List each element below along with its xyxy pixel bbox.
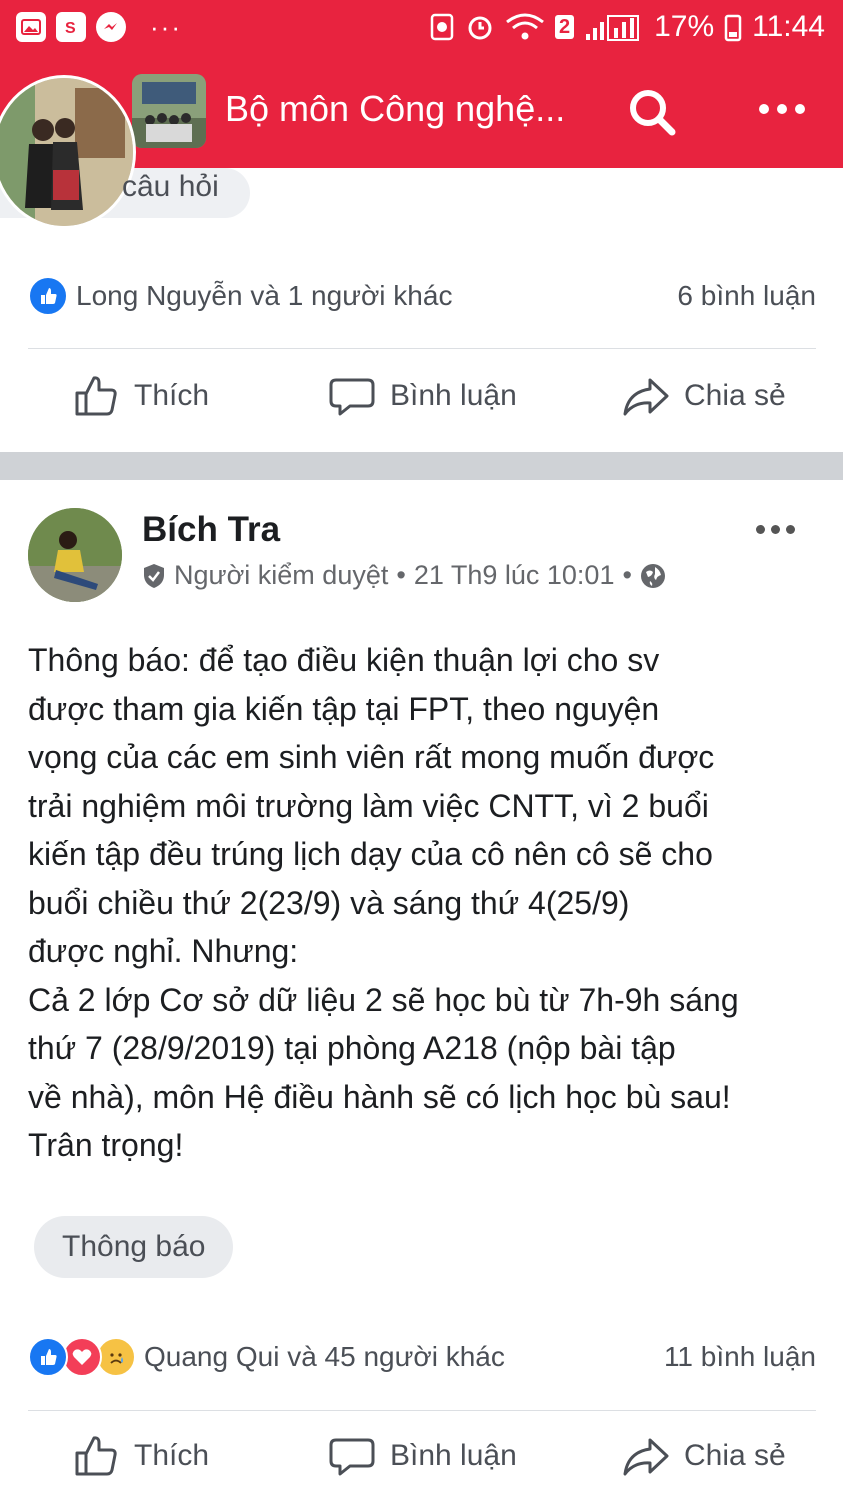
battery-percentage: 17% [654, 10, 715, 43]
data-saver-icon [430, 13, 454, 41]
sim-badge: 2 [554, 15, 575, 39]
author-avatar[interactable] [28, 508, 122, 602]
post-body-line: vọng của các em sinh viên rất mong muốn … [28, 739, 715, 775]
like-label: Thích [134, 1439, 210, 1472]
wifi-icon [506, 13, 544, 40]
post-body-line: Trân trọng! [28, 1127, 184, 1163]
dot-icon [795, 104, 805, 114]
post-body-line: kiến tập đều trúng lịch dạy của cô nên c… [28, 836, 713, 872]
search-button[interactable] [626, 86, 678, 138]
post-body-line: thứ 7 (28/9/2019) tại phòng A218 (nộp bà… [28, 1030, 676, 1066]
comments-count[interactable]: 6 bình luận [677, 280, 816, 312]
globe-icon [640, 563, 665, 588]
post-meta: Người kiểm duyệt • 21 Th9 lúc 10:01 • [142, 560, 666, 591]
status-bar: S ··· 2 17% 11:44 [0, 0, 843, 58]
post-options-button[interactable] [756, 520, 806, 538]
post-body-line: trải nghiệm môi trường làm việc CNTT, vì… [28, 787, 709, 824]
group-title[interactable]: Bộ môn Công nghệ... [225, 88, 585, 130]
alarm-icon [468, 16, 492, 40]
comments-count[interactable]: 11 bình luận [664, 1341, 816, 1373]
post-reaction-summary[interactable]: Quang Qui và 45 người khác 11 bình luận [28, 1337, 816, 1381]
like-button[interactable]: Thích [72, 1432, 209, 1480]
comment-icon [329, 1438, 375, 1476]
divider [28, 1410, 816, 1411]
like-reaction-icon [28, 1337, 68, 1377]
dot-icon [756, 524, 765, 534]
author-name[interactable]: Bích Tra [142, 510, 280, 550]
reactions-text: Long Nguyễn và 1 người khác [76, 280, 453, 311]
comment-label: Bình luận [390, 1439, 517, 1472]
post-body-line: Cả 2 lớp Cơ sở dữ liệu 2 sẽ học bù từ 7h… [28, 981, 739, 1018]
share-label: Chia sẻ [684, 379, 786, 412]
clock: 11:44 [752, 10, 825, 43]
moderator-shield-icon [144, 563, 164, 588]
like-reaction-icon [28, 276, 68, 316]
comment-button[interactable]: Bình luận [328, 1432, 517, 1480]
comment-icon [329, 378, 375, 416]
topic-chip[interactable]: Thông báo [34, 1216, 234, 1278]
app-notification-icon: S [56, 12, 86, 42]
share-icon [623, 1438, 669, 1476]
reactions-text: Quang Qui và 45 người khác [144, 1341, 505, 1372]
thumbs-up-icon [75, 376, 117, 416]
dot-icon [759, 104, 769, 114]
like-label: Thích [134, 379, 210, 412]
dot-icon [771, 524, 780, 534]
share-icon [623, 378, 669, 416]
feed-separator [0, 452, 843, 480]
post-body-line: về nhà), môn Hệ điều hành sẽ có lịch học… [28, 1078, 731, 1115]
dot-icon [777, 104, 787, 114]
post-body: Thông báo: để tạo điều kiện thuận lợi ch… [28, 636, 828, 1170]
share-button[interactable]: Chia sẻ [622, 1432, 786, 1480]
previous-post-reaction-summary[interactable]: Long Nguyễn và 1 người khác 6 bình luận [28, 276, 816, 320]
sad-reaction-icon [96, 1337, 136, 1377]
search-icon [630, 90, 676, 136]
previous-post-action-bar: Thích Bình luận Chia sẻ [0, 372, 843, 432]
battery-icon [724, 14, 742, 42]
author-role: Người kiểm duyệt [174, 560, 389, 590]
meta-separator: • [622, 560, 632, 590]
love-reaction-icon [62, 1337, 102, 1377]
more-options-button[interactable] [752, 94, 812, 124]
dot-icon [786, 524, 795, 534]
divider [28, 348, 816, 349]
comment-label: Bình luận [390, 379, 517, 412]
like-button[interactable]: Thích [72, 372, 209, 420]
group-thumbnail[interactable] [132, 74, 206, 148]
share-label: Chia sẻ [684, 1439, 786, 1472]
post-body-line: Thông báo: để tạo điều kiện thuận lợi ch… [28, 642, 660, 678]
gallery-notification-icon [16, 12, 46, 42]
signal-icon [586, 15, 640, 41]
share-button[interactable]: Chia sẻ [622, 372, 786, 420]
more-notifications-icon: ··· [150, 12, 182, 42]
previous-post-topic-label: câu hỏi [122, 170, 219, 203]
post-body-line: được nghỉ. Nhưng: [28, 933, 299, 969]
post-timestamp[interactable]: 21 Th9 lúc 10:01 [414, 560, 615, 591]
svg-text:S: S [65, 20, 76, 37]
post-action-bar: Thích Bình luận Chia sẻ [0, 1432, 843, 1492]
messenger-icon [96, 12, 126, 42]
thumbs-up-icon [75, 1436, 117, 1476]
comment-button[interactable]: Bình luận [328, 372, 517, 420]
meta-separator: • [396, 560, 406, 590]
post-body-line: được tham gia kiến tập tại FPT, theo ngu… [28, 690, 660, 727]
post-body-line: buổi chiều thứ 2(23/9) và sáng thứ 4(25/… [28, 884, 630, 921]
